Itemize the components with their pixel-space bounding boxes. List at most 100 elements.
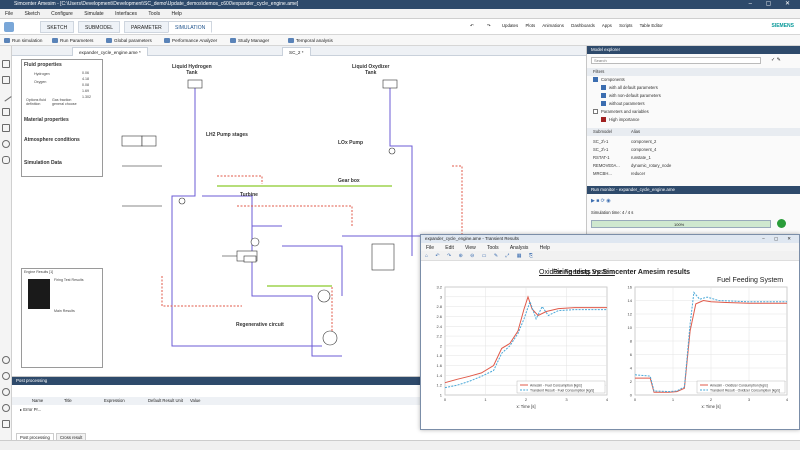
left-tool-palette: [0, 46, 12, 450]
y-tick-label: 3.2: [436, 285, 442, 290]
column-alias: Alias: [631, 129, 641, 134]
scripts-button[interactable]: Scripts: [619, 23, 632, 28]
submodel-row[interactable]: RSTAT-1 runstate_1: [587, 154, 800, 162]
updates-button[interactable]: Updates: [502, 23, 518, 28]
y-tick-label: 14: [628, 298, 633, 303]
filters-header[interactable]: Filters: [587, 68, 800, 76]
redo-icon[interactable]: ↷: [487, 23, 491, 28]
lh2-tank-label: Liquid Hydrogen Tank: [172, 64, 212, 76]
window-controls[interactable]: – ▢ ✕: [749, 0, 796, 9]
filter-components[interactable]: Components: [587, 76, 800, 84]
zoom-fit-icon[interactable]: [2, 388, 10, 396]
transient-results-window[interactable]: expander_cycle_engine.ame - Transient Re…: [420, 234, 800, 430]
legend-entry: Amesim - Fuel Consumption [kg/s]: [530, 384, 582, 388]
grid-tool-icon[interactable]: [2, 420, 10, 428]
menu-simulate[interactable]: Simulate: [79, 9, 108, 19]
window-titlebar: Simcenter Amesim - [C:\Users\Development…: [0, 0, 800, 9]
status-bar: [0, 440, 800, 450]
filter-high-importance[interactable]: High importance: [587, 116, 800, 124]
temporal-analysis-button[interactable]: Temporal analysis: [288, 36, 333, 45]
polyline-tool-icon[interactable]: [2, 108, 10, 116]
menu-interfaces[interactable]: Interfaces: [110, 9, 142, 19]
rectangle-tool-icon[interactable]: [2, 124, 10, 132]
y-tick-label: 3: [440, 294, 443, 299]
submodel-row[interactable]: SC_2\-1 component_2: [587, 138, 800, 146]
run-controls-icons[interactable]: ▶ ■ ⟳ ◉: [591, 198, 611, 204]
plot-tool-icons[interactable]: ⌂ ↶ ↷ ⊕ ⊖ ▭ ✎ ⤢ ▦ ⎘: [425, 253, 536, 259]
checkbox-icon[interactable]: [601, 101, 606, 107]
performance-analyzer-button[interactable]: Performance Analyzer: [164, 36, 217, 45]
checkbox-icon[interactable]: [601, 85, 606, 91]
table-editor-button[interactable]: Table Editor: [640, 23, 663, 28]
x-axis-label: x: Time [s]: [516, 404, 535, 409]
post-row-label: Error Pr...: [23, 407, 42, 412]
menu-help[interactable]: Help: [167, 9, 187, 19]
menu-file[interactable]: File: [0, 9, 18, 19]
run-monitor: Run monitor - expander_cycle_engine.ame …: [586, 186, 800, 236]
menu-tools[interactable]: Tools: [143, 9, 165, 19]
tab-simulation[interactable]: SIMULATION: [168, 21, 213, 33]
y-tick-label: 2.2: [436, 334, 442, 339]
tab-submodel[interactable]: SUBMODEL: [78, 21, 121, 33]
filter-without-params[interactable]: without parameters: [587, 100, 800, 108]
lox-tank-label: Liquid Oxydizer Tank: [352, 64, 390, 76]
gearbox-label: Gear box: [338, 178, 360, 184]
transient-window-controls[interactable]: – ▢ ✕: [762, 235, 795, 243]
legend-entry: Amesim - Oxidizer Consumption [kg/s]: [710, 384, 768, 388]
column-name: Name: [32, 398, 44, 403]
zoom-out-icon[interactable]: [2, 372, 10, 380]
submodel-alias: component_4: [631, 147, 657, 152]
checkbox-icon[interactable]: [593, 77, 598, 83]
x-tick-label: 1: [672, 397, 675, 402]
submodel-name: RSTAT-1: [593, 155, 610, 160]
undo-icon[interactable]: ↶: [470, 23, 474, 28]
tab-parameter[interactable]: PARAMETER: [124, 21, 169, 33]
run-parameters-button[interactable]: Run Parameters: [52, 36, 93, 45]
filter-default-params[interactable]: with all default parameters: [587, 84, 800, 92]
ellipse-tool-icon[interactable]: [2, 140, 10, 148]
tab-sc2[interactable]: SC_2 *: [282, 47, 311, 56]
search-input[interactable]: Search: [591, 57, 761, 64]
study-manager-button[interactable]: Study Manager: [230, 36, 269, 45]
x-tick-label: 1: [484, 397, 487, 402]
filter-label: with all default parameters: [609, 85, 658, 90]
menu-sketch[interactable]: Sketch: [19, 9, 44, 19]
post-row[interactable]: ▸ Error Pr...: [20, 407, 41, 412]
checkbox-icon[interactable]: [601, 93, 606, 99]
zoom-area-icon[interactable]: [2, 404, 10, 412]
rounded-rect-tool-icon[interactable]: [2, 156, 10, 164]
transient-charts[interactable]: 11.21.41.61.822.22.42.62.833.20 1 2 3 4x: Ti…: [421, 279, 799, 429]
ribbon: SKETCH SUBMODEL PARAMETER SIMULATION ↶ ↷…: [0, 19, 800, 35]
line-tool-icon[interactable]: [0, 90, 12, 102]
tab-sketch[interactable]: SKETCH: [40, 21, 75, 33]
submodel-row[interactable]: MRCBH... reducer: [587, 170, 800, 178]
dashboards-button[interactable]: Dashboards: [571, 23, 595, 28]
global-parameters-button[interactable]: Global parameters: [106, 36, 152, 45]
y-tick-label: 1.2: [436, 383, 442, 388]
apps-button[interactable]: Apps: [602, 23, 612, 28]
x-tick-label: 2: [525, 397, 528, 402]
submodel-name: MRCBH...: [593, 171, 612, 176]
submodel-row[interactable]: REMOVE0A... dynamic_rotary_node: [587, 162, 800, 170]
submodel-alias: reducer: [631, 171, 646, 176]
transient-menu-bar: File Edit View Tools Analysis Help: [421, 243, 799, 251]
checkbox-icon[interactable]: [593, 109, 598, 115]
run-simulation-button[interactable]: Run simulation: [4, 36, 42, 45]
y-tick-label: 4: [630, 366, 633, 371]
menu-configure[interactable]: Configure: [46, 9, 78, 19]
filter-params-vars[interactable]: Parameters and variables: [587, 108, 800, 116]
x-tick-label: 3: [748, 397, 751, 402]
animations-button[interactable]: Animations: [542, 23, 564, 28]
text-tool-icon[interactable]: [2, 60, 10, 68]
zoom-in-icon[interactable]: [2, 356, 10, 364]
document-tabs: expander_cycle_engine.ame * SC_2 *: [12, 46, 586, 56]
tab-expander-cycle[interactable]: expander_cycle_engine.ame *: [72, 47, 148, 56]
image-tool-icon[interactable]: [2, 76, 10, 84]
plots-button[interactable]: Plots: [525, 23, 535, 28]
filter-label: Components: [601, 77, 625, 82]
submodel-row[interactable]: SC_2\-1 component_4: [587, 146, 800, 154]
checkbox-icon[interactable]: [601, 117, 606, 123]
transient-toolbar: ⌂ ↶ ↷ ⊕ ⊖ ▭ ✎ ⤢ ▦ ⎘: [421, 251, 799, 261]
filter-non-default-params[interactable]: with non-default parameters: [587, 92, 800, 100]
search-icon[interactable]: ✓ ✎: [771, 57, 781, 63]
